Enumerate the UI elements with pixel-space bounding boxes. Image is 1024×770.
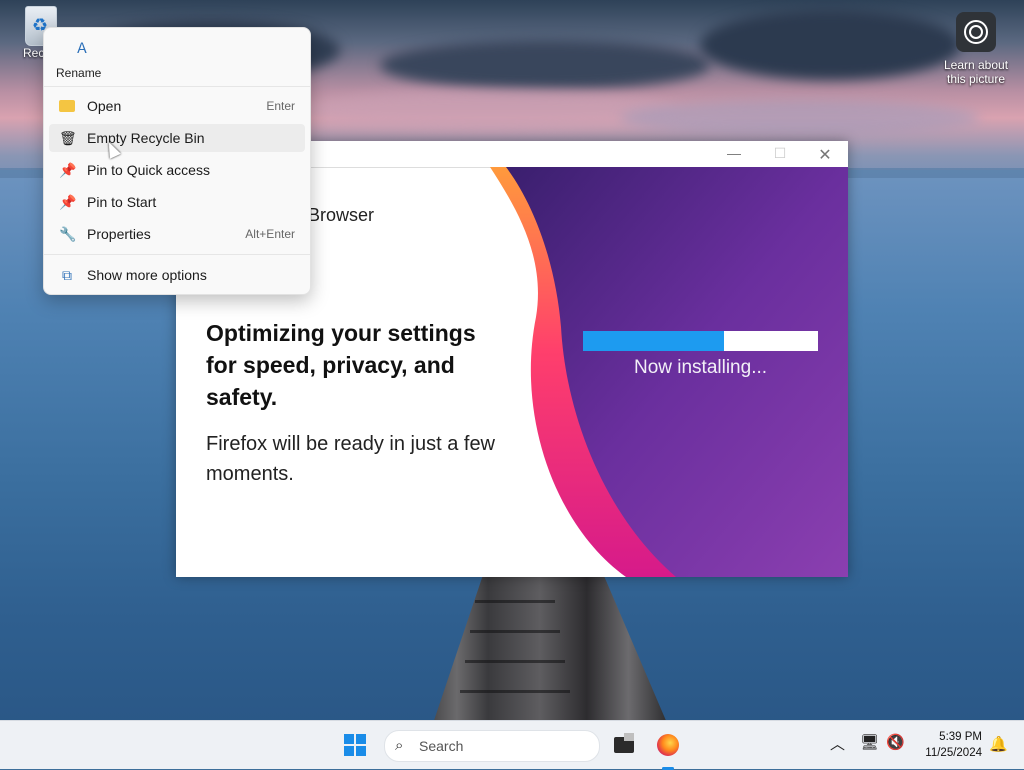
context-menu: Ａ Rename Open Enter 🗑 Empty Recycle Bin … bbox=[43, 27, 311, 295]
trash-icon: 🗑 bbox=[59, 130, 77, 146]
file-explorer-icon bbox=[614, 733, 634, 753]
installer-subtext: Firefox will be ready in just a few mome… bbox=[206, 433, 496, 485]
search-icon: ⌕ bbox=[395, 737, 404, 754]
menu-item-show-more-options[interactable]: ⧉ Show more options bbox=[49, 261, 305, 289]
rename-label: Rename bbox=[56, 66, 102, 80]
firefox-icon bbox=[657, 734, 679, 756]
learn-about-picture-label: Learn about this picture bbox=[943, 58, 1009, 86]
installer-headline: Optimizing your settings for speed, priv… bbox=[206, 320, 476, 410]
taskbar-search-box[interactable]: ⌕ Search bbox=[384, 730, 600, 762]
rename-icon: Ａ bbox=[75, 40, 89, 56]
windows-logo-icon bbox=[344, 734, 354, 744]
menu-divider bbox=[44, 254, 310, 255]
start-button[interactable] bbox=[344, 734, 366, 756]
menu-item-label: Properties bbox=[87, 226, 151, 242]
menu-item-pin-quick-access[interactable]: 📌 Pin to Quick access bbox=[49, 156, 305, 184]
menu-item-label: Show more options bbox=[87, 267, 207, 283]
menu-item-shortcut: Enter bbox=[266, 99, 295, 113]
more-options-icon: ⧉ bbox=[62, 267, 72, 283]
menu-item-label: Open bbox=[87, 98, 122, 114]
clock-time: 5:39 PM bbox=[939, 731, 982, 743]
menu-item-open[interactable]: Open Enter bbox=[49, 92, 305, 120]
brand-text: Browser bbox=[308, 205, 375, 225]
install-progress-label: Now installing... bbox=[633, 357, 768, 378]
menu-item-label: Pin to Quick access bbox=[87, 162, 210, 178]
menu-item-properties[interactable]: 🔧 Properties Alt+Enter bbox=[49, 220, 305, 248]
close-button[interactable]: ✕ bbox=[816, 145, 834, 164]
file-explorer-taskbar-button[interactable] bbox=[608, 729, 640, 761]
rename-action[interactable]: Ａ Rename bbox=[56, 38, 102, 80]
wrench-icon: 🔧 bbox=[59, 226, 77, 242]
menu-item-shortcut: Alt+Enter bbox=[245, 227, 295, 241]
pin-icon: 📌 bbox=[59, 194, 77, 210]
network-icon[interactable]: 🖥 bbox=[860, 733, 879, 751]
firefox-taskbar-button[interactable] bbox=[652, 729, 684, 770]
minimize-button[interactable]: — bbox=[725, 145, 743, 161]
install-progress-bar bbox=[583, 331, 818, 351]
folder-icon bbox=[59, 100, 75, 112]
search-placeholder: Search bbox=[419, 738, 464, 754]
taskbar: ⌕ Search ︿ 🖥 🔇 5:39 PM 11/25/2024 🔔 bbox=[0, 720, 1024, 770]
install-progress-fill bbox=[583, 331, 724, 351]
camera-lens-icon bbox=[956, 12, 996, 52]
menu-item-label: Pin to Start bbox=[87, 194, 157, 210]
menu-item-pin-to-start[interactable]: 📌 Pin to Start bbox=[49, 188, 305, 216]
taskbar-clock[interactable]: 5:39 PM 11/25/2024 bbox=[912, 729, 982, 761]
notification-bell-icon[interactable]: 🔔 bbox=[989, 735, 1008, 753]
pin-icon: 📌 bbox=[59, 162, 77, 178]
maximize-button: ☐ bbox=[773, 145, 787, 161]
menu-item-empty-recycle-bin[interactable]: 🗑 Empty Recycle Bin bbox=[49, 124, 305, 152]
menu-divider bbox=[44, 86, 310, 87]
learn-about-picture-desktop-icon[interactable]: Learn about this picture bbox=[938, 12, 1014, 86]
volume-muted-icon[interactable]: 🔇 bbox=[886, 733, 905, 751]
clock-date: 11/25/2024 bbox=[925, 747, 982, 759]
show-hidden-icons-button[interactable]: ︿ bbox=[830, 733, 845, 754]
